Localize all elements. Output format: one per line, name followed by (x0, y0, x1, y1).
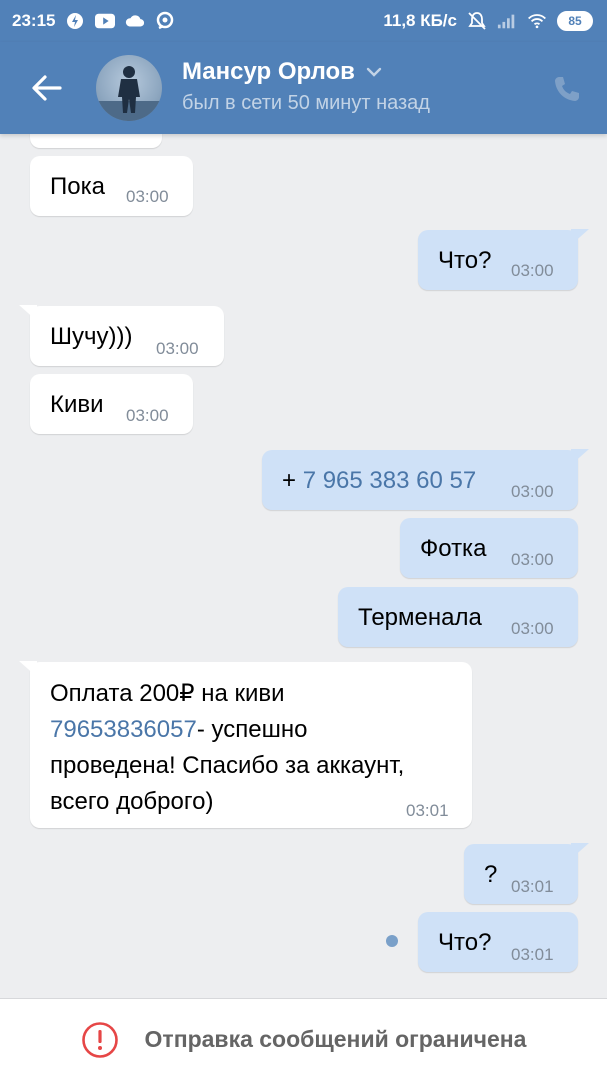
phone-link[interactable]: 79653836057 (50, 716, 197, 743)
message-text: Шучу))) (50, 323, 133, 350)
restriction-message: Отправка сообщений ограничена (144, 1026, 527, 1052)
message-text: Что? (438, 247, 492, 274)
person-silhouette-icon (96, 66, 162, 121)
message-text: ? (484, 861, 498, 888)
message-text: Киви (50, 391, 104, 418)
bubble-tail (571, 229, 589, 245)
message-line: Оплата 200₽ на киви (50, 680, 285, 707)
message-time: 03:00 (156, 339, 199, 358)
message-outgoing[interactable]: Что? 03:00 (418, 229, 589, 290)
message-incoming[interactable]: Пока 03:00 (30, 156, 193, 216)
message-incoming[interactable]: Киви 03:00 (30, 374, 193, 434)
status-bar: 23:15 11,8 КБ/с 85 (0, 0, 607, 42)
message-time: 03:01 (406, 801, 449, 820)
back-button[interactable] (26, 70, 66, 106)
message-time: 03:00 (511, 261, 554, 280)
message-prefix: + (282, 467, 303, 494)
compose-restriction-bar: Отправка сообщений ограничена (0, 998, 607, 1080)
message-time: 03:00 (126, 187, 169, 206)
unread-indicator (386, 935, 398, 947)
message-line-suffix: - успешно (196, 716, 308, 743)
message-time: 03:00 (511, 482, 554, 501)
contact-name-text: Мансур Орлов (182, 58, 355, 85)
message-text: Терменала (358, 604, 482, 631)
message-line: 79653836057- успешно (50, 712, 470, 748)
signal-icon (497, 11, 517, 31)
message-bubble-partial[interactable] (30, 134, 162, 148)
arrow-left-icon (32, 75, 62, 101)
warning-icon (81, 1021, 118, 1058)
message-time: 03:00 (126, 406, 169, 425)
message-line: проведена! Спасибо за аккаунт, (50, 752, 405, 779)
message-list[interactable]: Пока 03:00 Что? 03:00 Шучу))) 03:00 Киви… (0, 134, 607, 998)
wifi-icon (527, 11, 547, 31)
clock: 23:15 (12, 11, 56, 30)
message-outgoing[interactable]: Что? 03:01 (418, 912, 578, 972)
message-outgoing[interactable]: Фотка 03:00 (400, 518, 578, 578)
message-text: + 7 965 383 60 57 (282, 467, 476, 495)
phone-link[interactable]: 7 965 383 60 57 (303, 467, 477, 494)
message-text: Что? (438, 929, 492, 956)
battery-indicator: 85 (557, 11, 593, 31)
message-time: 03:01 (511, 945, 554, 964)
message-text: Пока (50, 173, 105, 200)
power-saver-icon (65, 11, 85, 31)
phone-icon (555, 77, 579, 101)
message-time: 03:01 (511, 877, 554, 896)
message-text: Фотка (420, 535, 487, 562)
sync-icon (155, 11, 175, 31)
bubble-tail (19, 661, 37, 677)
last-seen-status: был в сети 50 минут назад (182, 92, 430, 114)
message-outgoing[interactable]: Терменала 03:00 (338, 587, 578, 647)
message-incoming[interactable]: Шучу))) 03:00 (19, 305, 224, 366)
message-outgoing[interactable]: + 7 965 383 60 57 03:00 (262, 449, 589, 510)
chevron-down-icon (366, 67, 382, 77)
contact-name[interactable]: Мансур Орлов (182, 58, 383, 86)
message-time: 03:00 (511, 550, 554, 569)
bubble-tail (571, 449, 589, 465)
cloud-icon (125, 11, 145, 31)
network-speed: 11,8 КБ/с (383, 11, 457, 30)
avatar[interactable] (96, 55, 162, 121)
message-outgoing[interactable]: ? 03:01 (464, 843, 589, 904)
bubble-tail (571, 843, 589, 859)
message-text: Оплата 200₽ на киви 79653836057- успешно… (50, 676, 470, 820)
message-incoming[interactable]: Оплата 200₽ на киви 79653836057- успешно… (19, 661, 472, 828)
youtube-icon (95, 11, 116, 31)
chat-header: Мансур Орлов был в сети 50 минут назад (0, 42, 607, 134)
mute-icon (467, 11, 487, 31)
call-button[interactable] (550, 72, 584, 106)
message-time: 03:00 (511, 619, 554, 638)
bubble-tail (19, 305, 37, 321)
